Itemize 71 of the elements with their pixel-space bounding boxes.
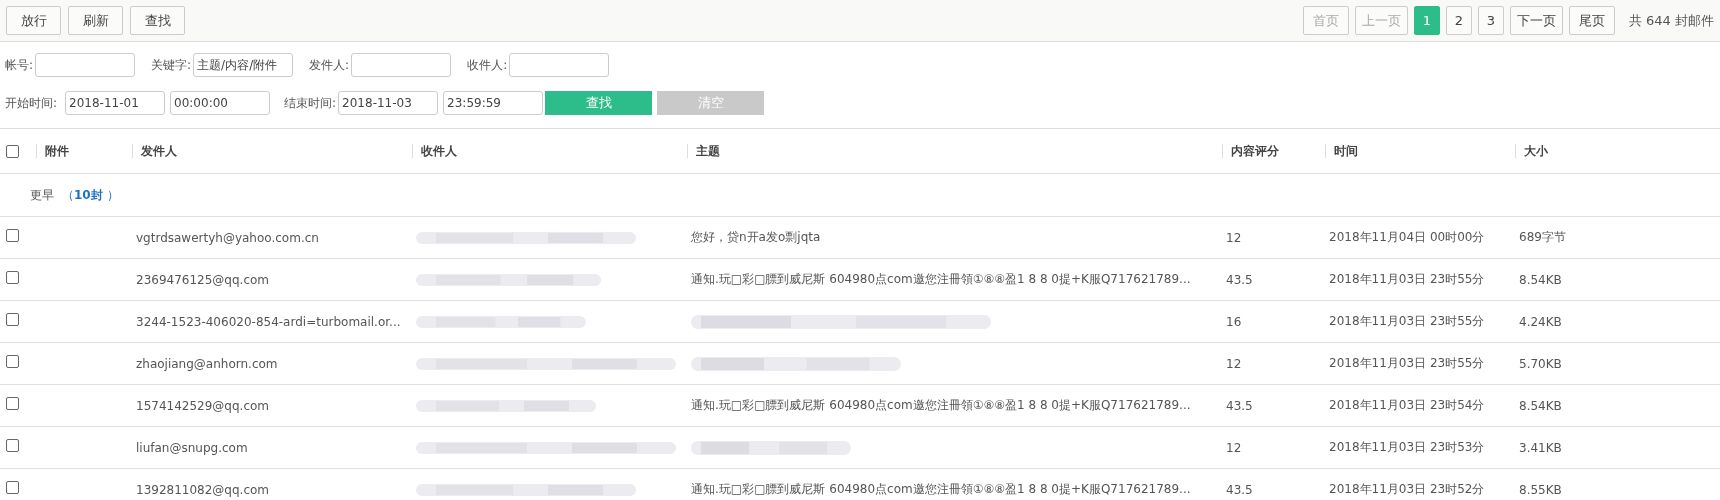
field-label: 开始时间: (5, 94, 58, 112)
column-header[interactable]: 大小 (1524, 142, 1548, 160)
last-page-button[interactable]: 尾页 (1568, 6, 1615, 35)
field-label: 帐号: (5, 56, 34, 74)
sender-field[interactable] (351, 53, 452, 77)
row-checkbox[interactable] (6, 397, 19, 410)
table-cell: 8.54KB (1519, 398, 1562, 413)
table-cell: vgtrdsawertyh@yahoo.com.cn (136, 230, 319, 245)
table-cell: 您好，贷n开a发o剽jqta (691, 229, 821, 246)
table-cell: 2018年11月04日 00时00分 (1329, 229, 1485, 246)
start-date-field[interactable]: 2018-11-01 (65, 91, 166, 115)
page-number-button[interactable]: 2 (1445, 6, 1472, 35)
table-cell: 2018年11月03日 23时52分 (1329, 481, 1485, 498)
column-header[interactable]: 发件人 (141, 142, 177, 160)
row-checkbox[interactable] (6, 355, 19, 368)
table-cell: 43.5 (1226, 272, 1253, 287)
field-label: 关键字: (151, 56, 192, 74)
table-cell: 8.54KB (1519, 272, 1562, 287)
field-label: 结束时间: (284, 94, 337, 112)
group-count: （10封 ） (62, 186, 119, 204)
table-cell: 1574142529@qq.com (136, 398, 270, 413)
toolbar-button[interactable]: 查找 (130, 6, 185, 35)
table-cell: 3.41KB (1519, 440, 1562, 455)
row-checkbox[interactable] (6, 313, 19, 326)
table-cell: 1392811082@qq.com (136, 482, 270, 497)
table-cell: 12 (1226, 440, 1242, 455)
group-label: 更早 (30, 186, 54, 204)
recipient-field[interactable] (509, 53, 610, 77)
column-header[interactable]: 附件 (45, 142, 69, 160)
table-cell: 43.5 (1226, 398, 1253, 413)
table-cell: 通知.玩□彩□膘到威尼斯 604980点com邀您注冊領①⑧⑧盈1 8 8 0提+K服Q717621789... (691, 481, 1191, 498)
column-header[interactable]: 内容评分 (1231, 142, 1279, 160)
select-all-checkbox[interactable] (6, 144, 19, 158)
table-cell: 通知.玩□彩□膘到威尼斯 604980点com邀您注冊領①⑧⑧盈1 8 8 0提+K服Q717621789... (691, 397, 1191, 414)
table-cell: 16 (1226, 314, 1242, 329)
row-checkbox[interactable] (6, 229, 19, 242)
column-header[interactable]: 时间 (1334, 142, 1358, 160)
mail-count: 共 644 封邮件 (1628, 11, 1714, 30)
toolbar-button[interactable]: 放行 (6, 6, 61, 35)
table-cell: 12 (1226, 356, 1242, 371)
table-cell: 3244-1523-406020-854-ardi=turbomail.or... (136, 314, 401, 329)
table-cell: 8.55KB (1519, 482, 1562, 497)
column-header[interactable]: 主题 (696, 142, 720, 160)
row-checkbox[interactable] (6, 439, 19, 452)
account-field[interactable] (35, 53, 136, 77)
next-page-button[interactable]: 下一页 (1509, 6, 1563, 35)
table-cell: 689字节 (1519, 229, 1566, 246)
table-cell: 2018年11月03日 23时55分 (1329, 313, 1485, 330)
end-date-field[interactable]: 2018-11-03 (338, 91, 439, 115)
table-cell: liufan@snupg.com (136, 440, 248, 455)
start-time-field[interactable]: 00:00:00 (170, 91, 271, 115)
table-cell: 4.24KB (1519, 314, 1562, 329)
end-time-field[interactable]: 23:59:59 (443, 91, 544, 115)
table-cell: 2018年11月03日 23时55分 (1329, 271, 1485, 288)
keyword-field[interactable]: 主题/内容/附件 (193, 53, 294, 77)
field-label: 发件人: (309, 56, 350, 74)
table-cell: 2369476125@qq.com (136, 272, 270, 287)
table-cell: 2018年11月03日 23时53分 (1329, 439, 1485, 456)
page-number-button[interactable]: 3 (1477, 6, 1504, 35)
column-header[interactable]: 收件人 (421, 142, 457, 160)
table-cell: 43.5 (1226, 482, 1253, 497)
row-checkbox[interactable] (6, 481, 19, 494)
field-label: 收件人: (467, 56, 508, 74)
table-cell: 12 (1226, 230, 1242, 245)
toolbar-button[interactable]: 刷新 (68, 6, 123, 35)
table-cell: 2018年11月03日 23时54分 (1329, 397, 1485, 414)
row-checkbox[interactable] (6, 271, 19, 284)
table-cell: 通知.玩□彩□膘到威尼斯 604980点com邀您注冊領①⑧⑧盈1 8 8 0提+K服Q717621789... (691, 271, 1191, 288)
table-cell: 2018年11月03日 23时55分 (1329, 355, 1485, 372)
table-cell: 5.70KB (1519, 356, 1562, 371)
table-cell: zhaojiang@anhorn.com (136, 356, 278, 371)
